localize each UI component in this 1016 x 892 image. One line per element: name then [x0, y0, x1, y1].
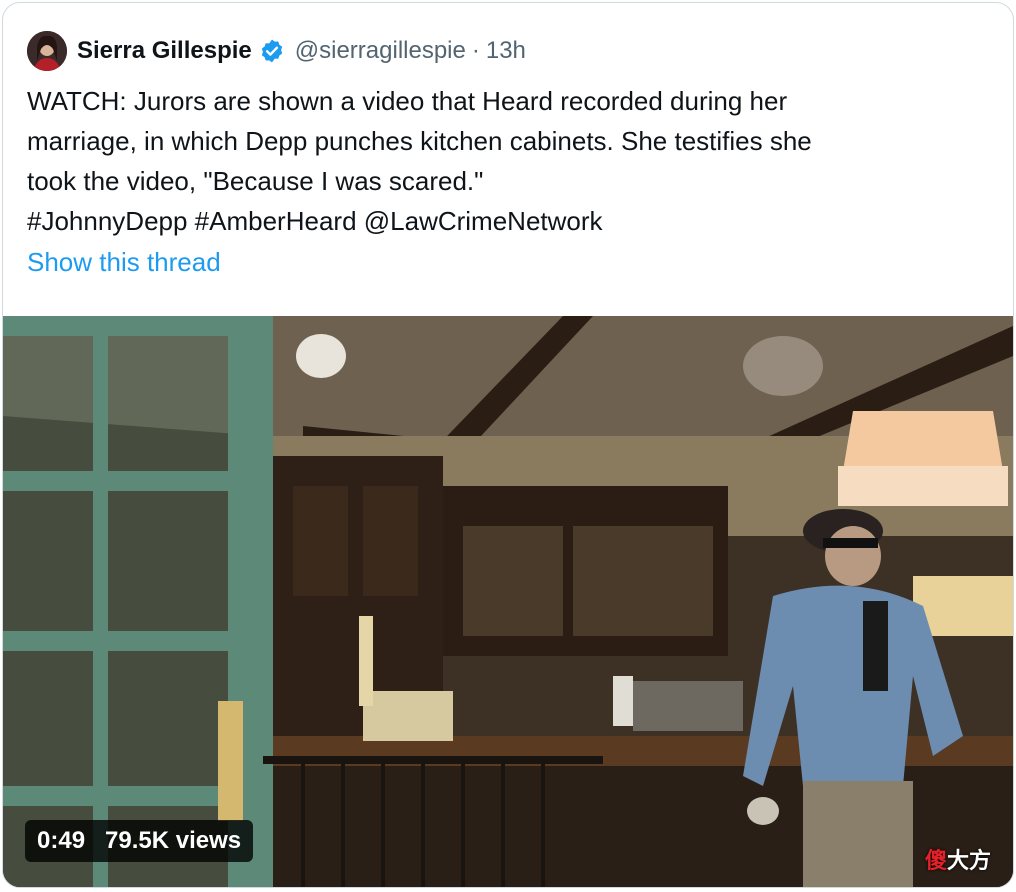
video-views: 79.5K views — [105, 827, 242, 854]
watermark-text: 大方 — [947, 848, 992, 873]
watermark-red-char: 傻 — [925, 848, 948, 873]
video-frame — [3, 316, 1013, 887]
tweet-text-line: took the video, "Because I was scared." — [27, 166, 484, 196]
separator-dot: · — [471, 37, 480, 64]
avatar[interactable] — [27, 31, 67, 71]
tweet-hashtags-line[interactable]: #JohnnyDepp #AmberHeard @LawCrimeNetwork — [27, 201, 987, 241]
verified-badge-icon — [259, 38, 285, 64]
tweet-header: Sierra Gillespie @sierragillespie · 13h — [27, 29, 526, 73]
tweet-text: WATCH: Jurors are shown a video that Hea… — [27, 81, 987, 241]
tweet-timestamp[interactable]: 13h — [486, 37, 526, 65]
author-handle[interactable]: @sierragillespie — [295, 37, 466, 65]
tweet-text-line: WATCH: Jurors are shown a video that Hea… — [27, 86, 788, 116]
video-stats-badge: 0:49 79.5K views — [25, 820, 254, 862]
video-player[interactable]: 0:49 79.5K views 傻大方 — [3, 316, 1013, 887]
watermark: 傻大方 — [925, 843, 991, 875]
author-name[interactable]: Sierra Gillespie — [77, 37, 252, 65]
show-thread-link[interactable]: Show this thread — [27, 247, 221, 278]
video-duration: 0:49 — [37, 827, 86, 854]
tweet-card[interactable]: Sierra Gillespie @sierragillespie · 13h … — [2, 2, 1014, 888]
tweet-text-line: marriage, in which Depp punches kitchen … — [27, 126, 812, 156]
